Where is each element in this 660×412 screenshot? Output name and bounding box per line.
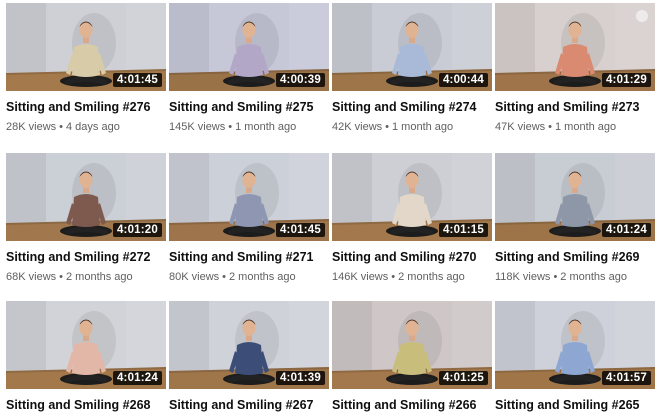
separator-dot: • — [228, 121, 233, 133]
upload-age: 1 month ago — [235, 121, 297, 133]
duration-badge: 4:01:39 — [275, 371, 325, 385]
separator-dot: • — [385, 121, 389, 133]
view-count: 118K views — [495, 271, 551, 283]
video-meta: 146K views • 2 months ago — [332, 271, 492, 283]
video-title[interactable]: Sitting and Smiling #265 — [495, 398, 645, 412]
video-title[interactable]: Sitting and Smiling #275 — [169, 100, 319, 114]
view-count: 146K views — [332, 271, 389, 283]
duration-badge: 4:01:24 — [601, 223, 651, 237]
video-title[interactable]: Sitting and Smiling #267 — [169, 398, 319, 412]
watch-later-icon[interactable] — [635, 9, 649, 23]
video-title[interactable]: Sitting and Smiling #270 — [332, 250, 482, 264]
video-thumbnail[interactable]: 4:01:45 — [169, 153, 329, 241]
video-thumbnail[interactable]: 4:01:25 — [332, 301, 492, 389]
separator-dot: • — [553, 271, 558, 283]
view-count: 80K views — [169, 271, 220, 283]
upload-age: 1 month ago — [392, 121, 454, 133]
video-title[interactable]: Sitting and Smiling #269 — [495, 250, 645, 264]
video-title[interactable]: Sitting and Smiling #268 — [6, 398, 156, 412]
video-thumbnail[interactable]: 4:00:39 — [169, 3, 329, 91]
duration-badge: 4:00:44 — [438, 73, 488, 87]
video-meta: 68K views • 2 months ago — [6, 271, 166, 283]
video-meta: 80K views • 2 months ago — [169, 271, 329, 283]
duration-badge: 4:01:15 — [438, 223, 488, 237]
separator-dot: • — [391, 271, 396, 283]
video-thumbnail[interactable]: 4:01:57 — [495, 301, 655, 389]
view-count: 68K views — [6, 271, 57, 283]
upload-age: 4 days ago — [66, 121, 120, 133]
video-thumbnail[interactable]: 4:01:29 — [495, 3, 655, 91]
upload-age: 2 months ago — [229, 271, 296, 283]
upload-age: 2 months ago — [66, 271, 133, 283]
view-count: 145K views — [169, 121, 226, 133]
upload-age: 2 months ago — [560, 271, 627, 283]
duration-badge: 4:01:57 — [601, 371, 651, 385]
duration-badge: 4:01:45 — [112, 73, 162, 87]
video-meta: 42K views • 1 month ago — [332, 121, 492, 133]
duration-badge: 4:00:39 — [275, 73, 325, 87]
video-title[interactable]: Sitting and Smiling #273 — [495, 100, 645, 114]
duration-badge: 4:01:20 — [112, 223, 162, 237]
duration-badge: 4:01:25 — [438, 371, 488, 385]
video-thumbnail[interactable]: 4:01:20 — [6, 153, 166, 241]
upload-age: 1 month ago — [555, 121, 617, 133]
video-thumbnail[interactable]: 4:01:39 — [169, 301, 329, 389]
duration-badge: 4:01:24 — [112, 371, 162, 385]
duration-badge: 4:01:29 — [601, 73, 651, 87]
separator-dot: • — [59, 271, 63, 283]
duration-badge: 4:01:45 — [275, 223, 325, 237]
separator-dot: • — [548, 121, 552, 133]
video-meta: 145K views • 1 month ago — [169, 121, 329, 133]
video-thumbnail[interactable]: 4:01:24 — [495, 153, 655, 241]
video-grid: 4:01:45 Sitting and Smiling #276 28K vie… — [0, 0, 660, 412]
view-count: 28K views — [6, 121, 57, 133]
video-meta: 28K views • 4 days ago — [6, 121, 166, 133]
video-title[interactable]: Sitting and Smiling #266 — [332, 398, 482, 412]
video-thumbnail[interactable]: 4:01:15 — [332, 153, 492, 241]
video-thumbnail[interactable]: 4:00:44 — [332, 3, 492, 91]
view-count: 47K views — [495, 121, 546, 133]
video-title[interactable]: Sitting and Smiling #274 — [332, 100, 482, 114]
separator-dot: • — [222, 271, 226, 283]
video-title[interactable]: Sitting and Smiling #271 — [169, 250, 319, 264]
upload-age: 2 months ago — [398, 271, 465, 283]
separator-dot: • — [59, 121, 63, 133]
video-meta: 47K views • 1 month ago — [495, 121, 655, 133]
video-thumbnail[interactable]: 4:01:45 — [6, 3, 166, 91]
video-meta: 118K views • 2 months ago — [495, 271, 655, 283]
video-title[interactable]: Sitting and Smiling #276 — [6, 100, 156, 114]
video-title[interactable]: Sitting and Smiling #272 — [6, 250, 156, 264]
video-thumbnail[interactable]: 4:01:24 — [6, 301, 166, 389]
view-count: 42K views — [332, 121, 383, 133]
